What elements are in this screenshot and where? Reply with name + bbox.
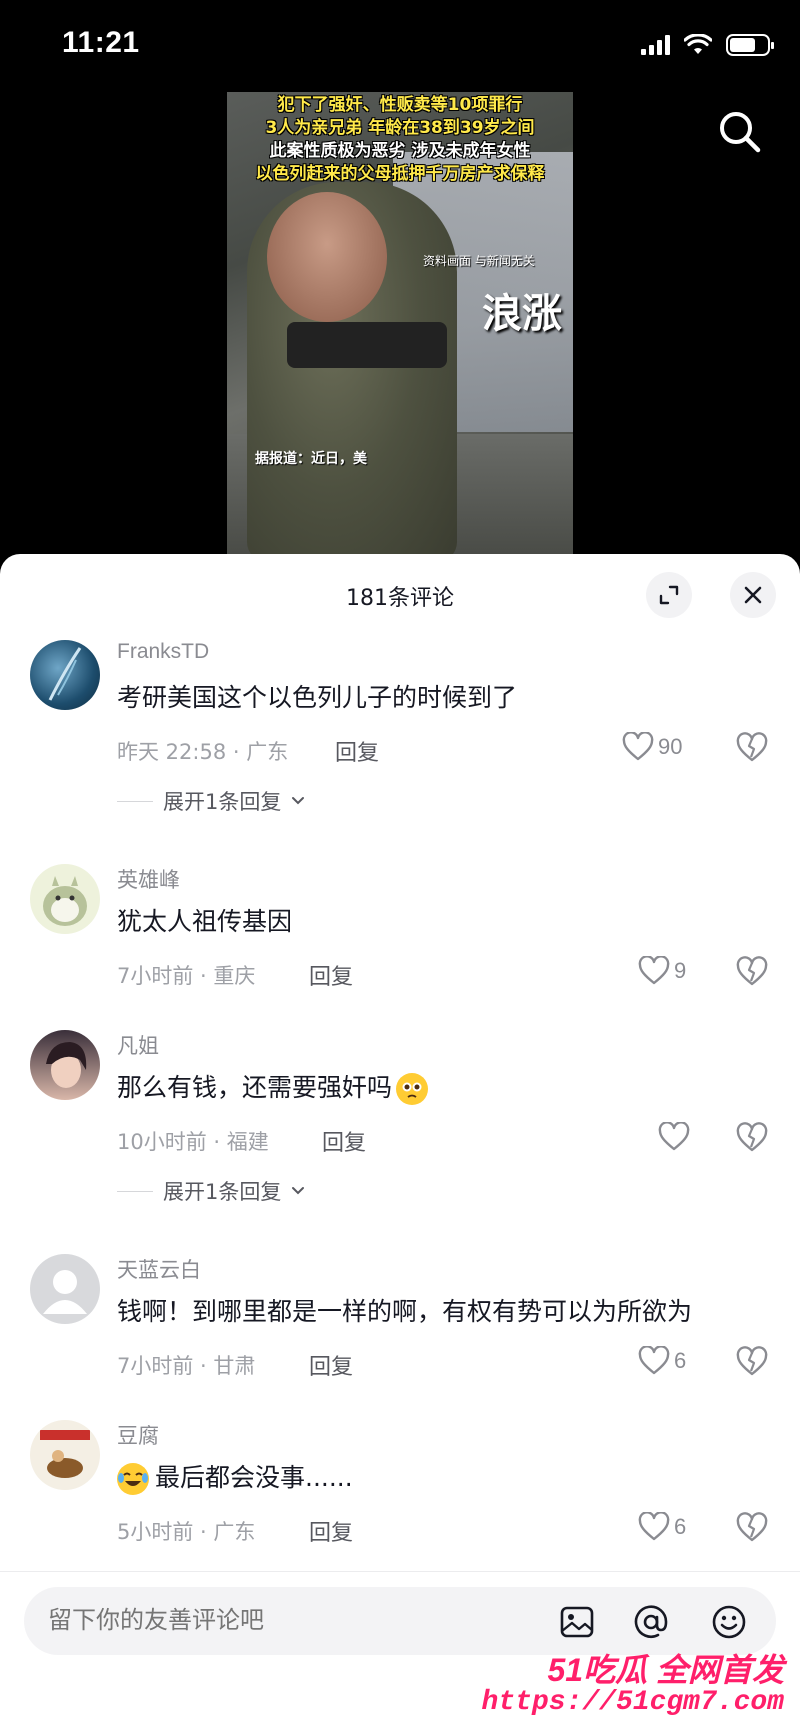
comment-username[interactable]: 英雄峰: [117, 864, 180, 894]
comment-text: 犹太人祖传基因: [117, 907, 293, 936]
expand-replies-button[interactable]: 展开1条回复: [117, 1176, 305, 1206]
heart-icon: [622, 732, 654, 761]
comment-text: 那么有钱，还需要强奸吗: [117, 1068, 429, 1105]
emoji-icon[interactable]: [710, 1603, 748, 1641]
like-count: 90: [658, 734, 683, 759]
status-bar: 11:21: [0, 0, 800, 96]
video-person-head: [267, 192, 387, 322]
comment-meta: 昨天 22:58 · 广东: [117, 740, 289, 764]
comment-text-content: 那么有钱，还需要强奸吗: [117, 1073, 393, 1102]
heart-icon: [638, 956, 670, 985]
default-avatar-icon: [43, 1270, 87, 1314]
avatar[interactable]: [30, 864, 100, 934]
comment-meta: 7小时前 · 重庆: [117, 964, 256, 988]
comment-meta: 5小时前 · 广东: [117, 1520, 256, 1544]
chevron-down-icon: [292, 797, 305, 805]
close-icon: [744, 586, 762, 604]
dislike-icon[interactable]: [736, 956, 768, 988]
chevron-down-icon: [292, 1187, 305, 1195]
battery-icon: [726, 34, 774, 56]
avatar-image: [43, 876, 87, 926]
status-icons: [641, 34, 774, 56]
caption-line: 犯下了强奸、性贩卖等10项罪行: [277, 95, 523, 115]
comment-meta: 7小时前 · 甘肃: [117, 1354, 256, 1378]
comment-text: 钱啊！到哪里都是一样的啊，有权有势可以为所欲为: [117, 1297, 693, 1326]
input-divider: [0, 1571, 800, 1572]
heart-icon: [638, 1346, 670, 1375]
like-button[interactable]: 6: [638, 1346, 686, 1376]
expand-replies-label: 展开1条回复: [163, 1180, 282, 1204]
heart-icon: [638, 1512, 670, 1541]
search-icon[interactable]: [716, 108, 764, 156]
pleading-face-emoji-icon: [396, 1073, 429, 1105]
caption-line: 以色列赶来的父母抵押千万房产求保释: [255, 164, 545, 184]
expand-divider: [117, 1190, 153, 1192]
watermark-url: https://51cgm7.com: [481, 1687, 784, 1718]
reply-button[interactable]: 回复: [335, 735, 379, 767]
dislike-icon[interactable]: [736, 1512, 768, 1544]
watermark-title: 51吃瓜 全网首发: [547, 1652, 785, 1688]
video-report-subtitle: 据报道：近日，美: [255, 451, 367, 467]
like-button[interactable]: 6: [638, 1512, 686, 1542]
like-button[interactable]: 9: [638, 956, 686, 986]
comment-text: 考研美国这个以色列儿子的时候到了: [117, 683, 518, 712]
avatar-image: [46, 1042, 87, 1088]
avatar-image: [48, 647, 82, 701]
comment-username[interactable]: 豆腐: [117, 1420, 159, 1450]
avatar[interactable]: [30, 1254, 100, 1324]
sheet-header: 181条评论: [0, 554, 800, 630]
heart-icon: [658, 1122, 690, 1151]
like-count: 6: [674, 1514, 687, 1539]
video-channel-logo: 浪涨: [482, 290, 562, 337]
caption-line: 此案性质极为恶劣 涉及未成年女性: [269, 141, 531, 161]
at-mention-icon[interactable]: [632, 1603, 670, 1641]
reply-button[interactable]: 回复: [309, 1349, 353, 1381]
video-disclaimer: 资料画面 与新闻无关: [423, 254, 535, 268]
battery-fill: [730, 38, 756, 52]
laughing-crying-emoji-icon: [117, 1463, 149, 1495]
comment-username[interactable]: 天蓝云白: [117, 1254, 201, 1284]
dislike-icon[interactable]: [736, 1122, 768, 1154]
reply-button[interactable]: 回复: [322, 1125, 366, 1157]
close-sheet-button[interactable]: [730, 572, 776, 618]
like-button[interactable]: 90: [622, 732, 682, 762]
like-count: 9: [674, 958, 687, 983]
comment-username[interactable]: FranksTD: [117, 640, 209, 664]
expand-divider: [117, 800, 153, 802]
expand-icon: [659, 585, 679, 605]
site-watermark: 51吃瓜 全网首发 https://51cgm7.com: [464, 1645, 784, 1725]
reply-button[interactable]: 回复: [309, 1515, 353, 1547]
status-time: 11:21: [62, 26, 140, 59]
wifi-icon: [684, 34, 712, 54]
dislike-icon[interactable]: [736, 1346, 768, 1378]
video-frame[interactable]: 犯下了强奸、性贩卖等10项罪行 3人为亲兄弟 年龄在38到39岁之间 此案性质极…: [227, 92, 573, 554]
comment-input[interactable]: [48, 1607, 528, 1635]
comment-sheet: 181条评论 FranksTD 考研美国这个以色列儿子的时候到了 昨天 22:5…: [0, 554, 800, 1731]
video-person-belt: [287, 322, 447, 368]
avatar[interactable]: [30, 1420, 100, 1490]
comment-text-content: 最后都会没事......: [155, 1463, 353, 1492]
avatar[interactable]: [30, 640, 100, 710]
reply-button[interactable]: 回复: [309, 959, 353, 991]
like-count: 6: [674, 1348, 687, 1373]
video-caption: 犯下了强奸、性贩卖等10项罪行 3人为亲兄弟 年龄在38到39岁之间 此案性质极…: [227, 92, 573, 186]
avatar[interactable]: [30, 1030, 100, 1100]
image-icon[interactable]: [558, 1603, 596, 1641]
cellular-signal-icon: [641, 35, 670, 55]
expand-sheet-button[interactable]: [646, 572, 692, 618]
like-button[interactable]: [658, 1122, 694, 1152]
comment-meta: 10小时前 · 福建: [117, 1130, 269, 1154]
caption-line: 3人为亲兄弟 年龄在38到39岁之间: [265, 118, 535, 138]
dislike-icon[interactable]: [736, 732, 768, 764]
comment-username[interactable]: 凡姐: [117, 1030, 159, 1060]
comment-text: 最后都会没事......: [117, 1458, 353, 1495]
horse-avatar-image: [40, 1430, 90, 1478]
video-area[interactable]: 犯下了强奸、性贩卖等10项罪行 3人为亲兄弟 年龄在38到39岁之间 此案性质极…: [0, 92, 800, 554]
expand-replies-button[interactable]: 展开1条回复: [117, 786, 305, 816]
expand-replies-label: 展开1条回复: [163, 790, 282, 814]
